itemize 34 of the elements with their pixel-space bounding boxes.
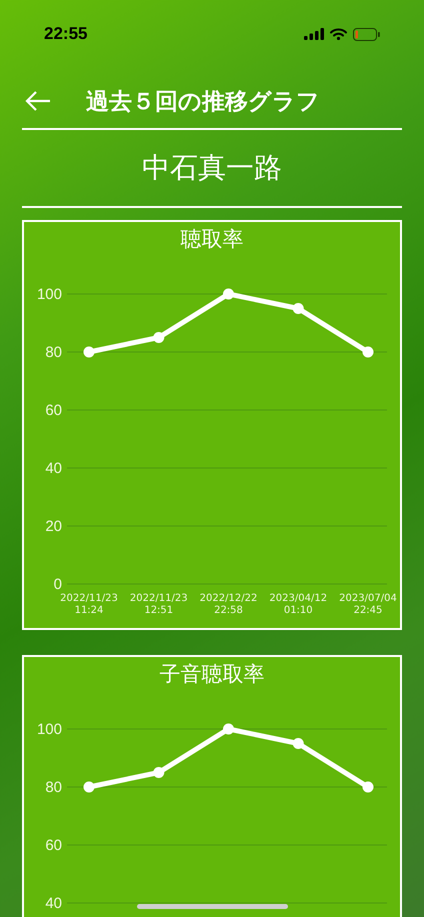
axis-tick-label: 100 [36, 286, 62, 303]
data-point [153, 767, 164, 778]
axis-tick-label: 100 [36, 721, 62, 738]
data-point [223, 288, 234, 300]
page-title: 過去５回の推移グラフ [86, 86, 320, 116]
axis-tick-label: 60 [45, 837, 62, 854]
chart-title: 聴取率 [180, 227, 244, 253]
data-point [292, 303, 304, 314]
axis-tick-label: 0 [54, 576, 62, 593]
data-point [362, 782, 374, 792]
axis-tick-label: 80 [45, 779, 62, 796]
data-point [153, 332, 164, 343]
battery-icon [353, 28, 380, 40]
axis-date-label: 2022/11/23 12:51 [130, 593, 188, 616]
axis-date-label: 2023/07/04 22:45 [339, 593, 397, 616]
axis-tick-label: 40 [45, 895, 62, 912]
axis-date-label: 2023/04/12 01:10 [269, 593, 328, 616]
axis-date-label: 2022/12/22 22:58 [200, 593, 258, 616]
data-point [84, 346, 94, 358]
status-time: 22:55 [44, 23, 88, 46]
axis-tick-label: 40 [45, 460, 62, 477]
data-point [362, 346, 374, 358]
chart-title: 子音聴取率 [160, 662, 264, 688]
axis-tick-label: 20 [45, 518, 62, 535]
axis-date-label: 2022/11/23 11:24 [60, 593, 118, 616]
data-point [292, 738, 304, 749]
data-point [84, 782, 94, 792]
wifi-icon [330, 28, 347, 40]
back-arrow-icon [25, 91, 51, 111]
axis-tick-label: 60 [45, 402, 62, 419]
data-point [223, 724, 234, 734]
person-name: 中石真一路 [141, 151, 283, 185]
axis-tick-label: 80 [45, 344, 62, 361]
signal-icon [304, 28, 324, 40]
